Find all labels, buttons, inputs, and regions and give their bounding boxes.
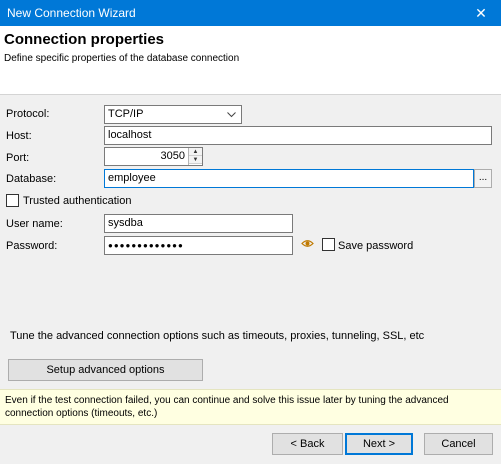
- trusted-auth-checkbox[interactable]: [6, 194, 19, 207]
- database-label: Database:: [6, 173, 57, 185]
- username-input[interactable]: sysdba: [104, 214, 293, 233]
- window-title: New Connection Wizard: [7, 6, 136, 20]
- save-password-label[interactable]: Save password: [338, 240, 413, 252]
- page-subtitle: Define specific properties of the databa…: [4, 53, 240, 64]
- setup-advanced-button[interactable]: Setup advanced options: [8, 359, 203, 381]
- info-text: Even if the test connection failed, you …: [5, 395, 449, 419]
- username-label: User name:: [6, 218, 63, 230]
- title-bar: New Connection Wizard ✕: [0, 0, 501, 26]
- advanced-description: Tune the advanced connection options suc…: [10, 330, 425, 342]
- host-label: Host:: [6, 130, 32, 142]
- page-title: Connection properties: [4, 31, 165, 48]
- next-button[interactable]: Next >: [345, 433, 413, 455]
- port-spin-buttons[interactable]: ▲ ▼: [188, 148, 202, 165]
- save-password-checkbox[interactable]: [322, 238, 335, 251]
- close-icon[interactable]: ✕: [461, 0, 501, 26]
- back-button[interactable]: < Back: [272, 433, 343, 455]
- trusted-auth-label[interactable]: Trusted authentication: [23, 195, 131, 207]
- port-stepper[interactable]: 3050 ▲ ▼: [104, 147, 203, 166]
- spin-up-icon[interactable]: ▲: [189, 148, 202, 156]
- protocol-label: Protocol:: [6, 108, 50, 120]
- spin-down-icon[interactable]: ▼: [189, 156, 202, 164]
- cancel-button[interactable]: Cancel: [424, 433, 493, 455]
- password-label: Password:: [6, 240, 58, 252]
- browse-database-button[interactable]: ...: [474, 169, 492, 188]
- protocol-value: TCP/IP: [108, 108, 144, 120]
- host-input[interactable]: localhost: [104, 126, 492, 145]
- chevron-down-icon: [225, 106, 237, 123]
- protocol-select[interactable]: TCP/IP: [104, 105, 242, 124]
- port-value: 3050: [160, 150, 185, 162]
- wizard-header: Connection properties Define specific pr…: [0, 26, 501, 95]
- database-input[interactable]: employee: [104, 169, 474, 188]
- port-label: Port:: [6, 152, 30, 164]
- info-banner: Even if the test connection failed, you …: [0, 389, 501, 425]
- eye-icon[interactable]: [301, 237, 314, 250]
- password-input[interactable]: ●●●●●●●●●●●●●: [104, 236, 293, 255]
